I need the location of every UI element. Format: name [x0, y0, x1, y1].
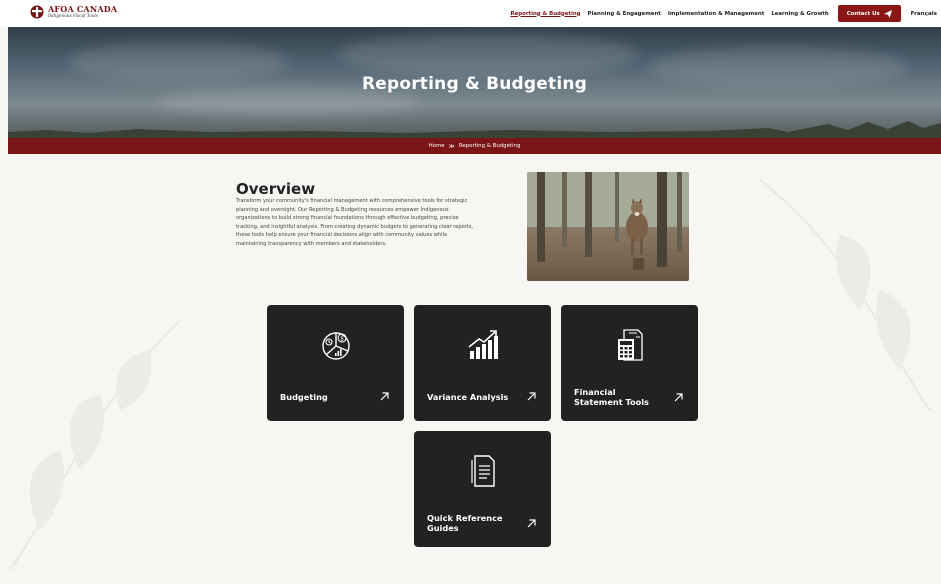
breadcrumb-current: Reporting & Budgeting	[458, 143, 521, 149]
arrow-up-right-icon	[527, 519, 536, 528]
leaf-decoration-left	[9, 319, 181, 571]
card-financial-statement-tools-label: Financial Statement Tools	[574, 387, 649, 407]
calculator-document-icon	[617, 329, 643, 361]
card-budgeting-label: Budgeting	[280, 392, 328, 402]
page-title: Reporting & Budgeting	[361, 74, 588, 94]
main-nav: Reporting & Budgeting Planning & Engagem…	[511, 0, 941, 27]
wolf-forest-image	[527, 172, 689, 281]
site-logo[interactable]: AFOA CANADA Indigenous Fiscal Tools	[30, 5, 117, 19]
logo-title: AFOA CANADA	[48, 4, 118, 15]
arrow-up-right-icon	[674, 393, 683, 402]
nav-planning-engagement[interactable]: Planning & Engagement	[588, 11, 661, 17]
nav-implementation-management[interactable]: Implementation & Management	[668, 11, 764, 17]
budget-chart-icon: $	[321, 332, 350, 360]
leaf-decoration-right	[759, 179, 931, 411]
svg-text:$: $	[340, 335, 344, 342]
overview-heading: Overview	[236, 180, 316, 198]
treeline-silhouette	[8, 121, 941, 138]
card-variance-analysis[interactable]: Variance Analysis	[414, 305, 551, 421]
growth-chart-icon	[468, 330, 498, 359]
contact-us-button[interactable]: Contact Us	[837, 5, 901, 22]
document-icon	[470, 455, 495, 487]
paper-plane-icon	[883, 9, 892, 18]
card-budgeting[interactable]: $ Budgeting	[267, 305, 404, 421]
arrow-up-right-icon	[527, 392, 536, 401]
nav-reporting-budgeting[interactable]: Reporting & Budgeting	[511, 11, 581, 17]
card-variance-analysis-label: Variance Analysis	[427, 392, 509, 402]
breadcrumb: Home ≫ Reporting & Budgeting	[8, 138, 941, 154]
logo-subtitle: Indigenous Fiscal Tools	[48, 13, 98, 19]
card-financial-statement-tools[interactable]: Financial Statement Tools	[561, 305, 698, 421]
card-quick-reference-guides-label: Quick Reference Guides	[427, 513, 503, 533]
site-header: AFOA CANADA Indigenous Fiscal Tools Repo…	[0, 0, 941, 27]
arrow-up-right-icon	[380, 392, 389, 401]
card-quick-reference-guides[interactable]: Quick Reference Guides	[414, 431, 551, 547]
breadcrumb-separator-icon: ≫	[448, 142, 455, 150]
afoa-logo-icon	[30, 5, 44, 19]
breadcrumb-home-link[interactable]: Home	[429, 143, 445, 149]
language-switch-link[interactable]: Français	[911, 11, 937, 17]
nav-learning-growth[interactable]: Learning & Growth	[771, 11, 828, 17]
overview-body: Transform your community's financial man…	[236, 198, 474, 247]
hero-banner: Reporting & Budgeting	[8, 27, 941, 138]
contact-us-label: Contact Us	[846, 10, 880, 17]
